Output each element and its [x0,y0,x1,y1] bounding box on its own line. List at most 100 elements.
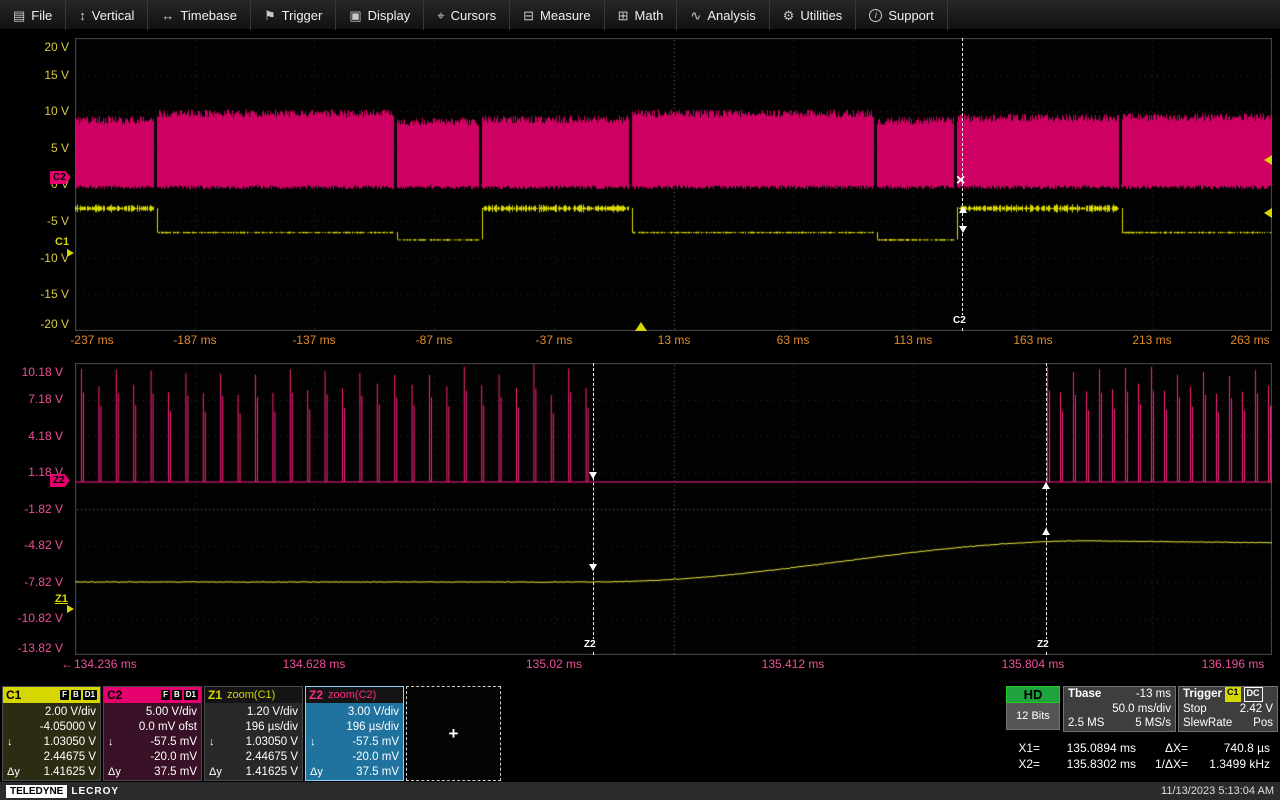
zoom-y-label: -13.82 V [8,641,63,655]
menu-utilities-label: Utilities [800,8,842,23]
menu-math[interactable]: ⊞ Math [605,0,678,30]
c1-cursor1: 1.03050 V [25,735,96,749]
dx-value: 740.8 µs [1188,740,1270,756]
c2-cursor1: -57.5 mV [126,735,197,749]
menu-display-label: Display [368,8,411,23]
channel-descriptor-c2[interactable]: C2 F B D1 5.00 V/div 0.0 mV ofst ↓-57.5 … [103,686,202,781]
c1-offset: -4.05000 V [25,720,96,734]
trigger-descriptor[interactable]: Trigger C1 DC Stop2.42 V SlewRatePos [1178,686,1278,732]
zoom-waveform-grid[interactable] [75,363,1272,655]
support-info-icon: i [869,9,882,22]
c1-cursor2: 2.44675 V [25,750,96,764]
channel-descriptor-z1[interactable]: Z1 zoom(C1) 1.20 V/div 196 µs/div ↓1.030… [204,686,303,781]
z2-zero-marker[interactable]: Z2 [50,474,70,487]
resolution-label: 12 Bits [1006,703,1060,730]
timebase-samples: 2.5 MS [1068,716,1104,731]
main-waveform-grid[interactable] [75,38,1272,331]
trigger-kind: SlewRate [1183,716,1232,731]
x2-lower-marker [1042,528,1050,535]
c1-zero-marker-arrow[interactable] [67,249,74,257]
file-icon: ▤ [13,9,25,22]
menu-bar: ▤ File ↕ Vertical ↔ Timebase ⚑ Trigger ▣… [0,0,1280,30]
main-x-label: 63 ms [753,333,833,347]
c2-cursor2: -20.0 mV [126,750,197,764]
c1-zero-marker-label[interactable]: C1 [55,236,69,248]
z1-cursor1: 1.03050 V [227,735,298,749]
delta-y-label: Δy [209,765,227,779]
c2-scale: 5.00 V/div [126,705,197,719]
menu-timebase[interactable]: ↔ Timebase [148,0,251,30]
menu-cursors-label: Cursors [451,8,497,23]
main-cursor-label: C2 [951,315,968,326]
cursor-down-marker [959,226,967,233]
x1-upper-marker [589,472,597,479]
cursor-arrow-icon: ↓ [310,735,328,749]
menu-analysis[interactable]: ∿ Analysis [677,0,769,30]
trigger-level-lower-marker[interactable] [1264,208,1272,218]
zoom-y-label: -7.82 V [8,575,63,589]
main-x-label: -137 ms [274,333,354,347]
z2-timebase: 196 µs/div [328,720,399,734]
x2-value: 135.8302 ms [1040,756,1136,772]
zoom-cursor-line-x1[interactable] [593,363,594,655]
x1-label: X1= [1004,740,1040,756]
menu-cursors[interactable]: ⌖ Cursors [424,0,510,30]
menu-vertical[interactable]: ↕ Vertical [66,0,148,30]
z1-scale: 1.20 V/div [227,705,298,719]
channel-descriptor-c1[interactable]: C1 F B D1 2.00 V/div -4.05000 V ↓1.03050… [2,686,101,781]
menu-trigger-label: Trigger [282,8,323,23]
zoom-cursor-line-x2[interactable] [1046,363,1047,655]
c2-badge-f: F [161,690,170,700]
z1-zero-marker-label[interactable]: Z1 [55,593,68,605]
menu-file-label: File [31,8,52,23]
zoom-x-label: 135.02 ms [509,657,599,671]
timebase-delay: -13 ms [1136,687,1171,702]
zoom-y-label: 10.18 V [8,365,63,379]
trigger-slope: Pos [1253,716,1273,731]
channel-descriptor-z2[interactable]: Z2 zoom(C2) 3.00 V/div 196 µs/div ↓-57.5… [305,686,404,781]
cursor-crosshair-icon: ⌖ [437,9,444,22]
trigger-level: 2.42 V [1240,702,1273,717]
trigger-level-upper-marker[interactable] [1264,155,1272,165]
menu-measure-label: Measure [540,8,591,23]
main-y-label: 5 V [14,141,69,155]
cursor-cross-marker: × [956,174,965,188]
timebase-descriptor[interactable]: Tbase-13 ms 50.0 ms/div 2.5 MS5 MS/s [1063,686,1176,732]
menu-trigger[interactable]: ⚑ Trigger [251,0,336,30]
main-x-label: -87 ms [394,333,474,347]
z1-subtitle: zoom(C1) [227,689,275,701]
zoom-cursor-label-x2: Z2 [1035,639,1051,650]
menu-vertical-label: Vertical [92,8,135,23]
z2-cursor1: -57.5 mV [328,735,399,749]
menu-analysis-label: Analysis [707,8,755,23]
c1-delta: 1.41625 V [25,765,96,779]
z1-zero-marker-arrow[interactable] [67,605,74,613]
trigger-title: Trigger [1183,687,1222,702]
trigger-source-badge: C1 [1225,687,1241,702]
trigger-mode: Stop [1183,702,1207,717]
delta-y-label: Δy [7,765,25,779]
main-y-label: -10 V [14,251,69,265]
brand-teledyne: TELEDYNE [6,785,67,798]
cursor-readout: X1= 135.0894 ms ΔX= 740.8 µs X2= 135.830… [1004,740,1278,772]
main-x-label: 163 ms [993,333,1073,347]
menu-support[interactable]: i Support [856,0,948,30]
add-trace-box[interactable]: + [406,686,501,781]
menu-utilities[interactable]: ⚙ Utilities [770,0,857,30]
main-x-label: 113 ms [873,333,953,347]
menu-measure[interactable]: ⊟ Measure [510,0,604,30]
hd-mode-badge[interactable]: HD [1006,686,1060,703]
plus-icon: + [449,724,459,744]
c1-scale: 2.00 V/div [25,705,96,719]
z2-subtitle: zoom(C2) [328,689,376,701]
trigger-time-marker[interactable] [635,322,647,331]
zoom-x-label: 135.804 ms [988,657,1078,671]
z2-cursor2: -20.0 mV [328,750,399,764]
zoom-cursor-label-x1: Z2 [582,639,598,650]
menu-file[interactable]: ▤ File [0,0,66,30]
menu-display[interactable]: ▣ Display [336,0,424,30]
c1-title: C1 [6,688,21,702]
z2-delta: 37.5 mV [328,765,399,779]
cursor-arrow-icon: ↓ [7,735,25,749]
main-y-label: -15 V [14,287,69,301]
